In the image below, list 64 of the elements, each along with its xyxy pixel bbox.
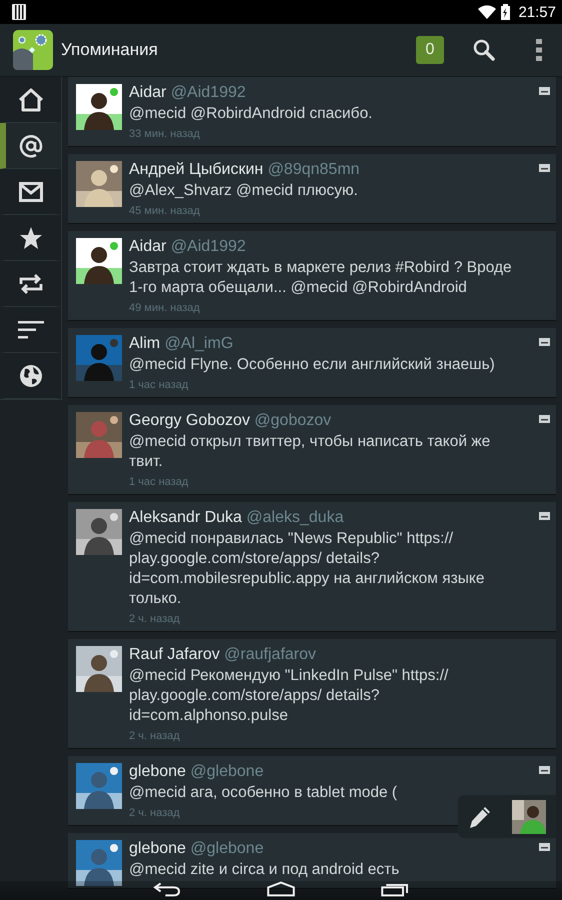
tweet-card[interactable]: Alim @Al_imG @mecid Flyne. Особенно если английский знаешь) 1 час назад bbox=[68, 328, 556, 397]
notification-icon bbox=[12, 4, 26, 20]
author-handle[interactable]: @89qn85mn bbox=[268, 161, 360, 178]
retweet-icon bbox=[18, 272, 44, 294]
tweet-text: @mecid понравилась "News Republic" https:// play.google.com/store/apps/ details?id=com.mobilesrepublic.appy на английском языке только. bbox=[129, 529, 486, 609]
author-handle[interactable]: @raufjafarov bbox=[224, 646, 316, 663]
author-name[interactable]: glebone bbox=[129, 763, 186, 780]
author-handle[interactable]: @Aid1992 bbox=[170, 84, 246, 101]
tweet-text: @Alex_Shvarz @mecid плюсую. bbox=[129, 181, 358, 201]
overflow-menu-icon[interactable] bbox=[536, 39, 542, 61]
lines-icon bbox=[18, 320, 44, 338]
back-icon[interactable] bbox=[152, 881, 182, 897]
author-handle[interactable]: @Al_imG bbox=[164, 335, 234, 352]
author-handle[interactable]: @glebone bbox=[190, 763, 264, 780]
tweet-card[interactable]: Андрей Цыбискин @89qn85mn @Alex_Shvarz @mecid плюсую. 45 мин. назад bbox=[68, 154, 556, 223]
tweet-text: Завтра стоит ждать в маркете релиз #Robird ? Вроде 1-го марта обещали... @mecid @RobirdAndroid bbox=[129, 258, 513, 298]
tweet-text: @mecid Flyne. Особенно если английский знаешь) bbox=[129, 355, 495, 375]
author-handle[interactable]: @Aid1992 bbox=[170, 238, 246, 255]
tweet-time: 33 мин. назад bbox=[129, 127, 200, 142]
search-icon[interactable] bbox=[472, 38, 496, 62]
home-icon bbox=[18, 88, 44, 112]
star-icon bbox=[18, 226, 42, 250]
app-logo-icon[interactable] bbox=[13, 30, 53, 70]
recent-apps-icon[interactable] bbox=[380, 881, 410, 897]
tweet-time: 2 ч. назад bbox=[129, 612, 180, 627]
author-name[interactable]: Aidar bbox=[129, 84, 166, 101]
battery-icon bbox=[501, 4, 510, 20]
tweet-card[interactable]: Georgy Gobozov @gobozov @mecid открыл твиттер, чтобы написать такой же твит. 1 час назад bbox=[68, 405, 556, 494]
screen-title: Упоминания bbox=[61, 40, 158, 60]
author-name[interactable]: glebone bbox=[129, 840, 186, 857]
tweet-card[interactable]: Aidar @Aid1992 Завтра стоит ждать в маркете релиз #Robird ? Вроде 1-го марта обещали... @mecid @RobirdAndroid 49 мин. назад bbox=[68, 231, 556, 320]
tweet-time: 2 ч. назад bbox=[129, 729, 180, 744]
tweet-card[interactable]: Aidar @Aid1992 @mecid @RobirdAndroid спасибо. 33 мин. назад bbox=[68, 77, 556, 146]
wifi-icon bbox=[478, 5, 496, 19]
at-sign-icon bbox=[18, 134, 42, 158]
clock-time: 21:57 bbox=[518, 4, 556, 20]
author-name[interactable]: Aidar bbox=[129, 238, 166, 255]
tweet-time: 1 час назад bbox=[129, 475, 188, 490]
tweet-card[interactable]: glebone @glebone @mecid zite и circa и под android есть bbox=[68, 833, 556, 888]
pencil-icon[interactable] bbox=[468, 804, 492, 828]
tweet-card[interactable]: Rauf Jafarov @raufjafarov @mecid Рекомендую "LinkedIn Pulse" https:// play.google.com/store/apps/ details?id=com.alphonso.pulse 2 ч. назад bbox=[68, 639, 556, 748]
author-handle[interactable]: @glebone bbox=[190, 840, 264, 857]
author-name[interactable]: Rauf Jafarov bbox=[129, 646, 220, 663]
tweet-text: @mecid @RobirdAndroid спасибо. bbox=[129, 104, 372, 124]
mail-icon bbox=[18, 182, 42, 202]
tweet-time: 49 мин. назад bbox=[129, 301, 200, 316]
tweet-time: 2 ч. назад bbox=[129, 806, 180, 821]
sidebar-tab[interactable] bbox=[0, 123, 61, 169]
author-name[interactable]: Georgy Gobozov bbox=[129, 412, 250, 429]
tweet-time: 45 мин. назад bbox=[129, 204, 200, 219]
home-icon[interactable] bbox=[266, 881, 296, 897]
author-handle[interactable]: @gobozov bbox=[254, 412, 332, 429]
tweet-time: 1 час назад bbox=[129, 378, 188, 393]
tweet-text: @mecid zite и circa и под android есть bbox=[129, 860, 400, 880]
tweet-text: @mecid ага, особенно в tablet mode ( bbox=[129, 783, 398, 803]
author-name[interactable]: Alim bbox=[129, 335, 160, 352]
author-name[interactable]: Андрей Цыбискин bbox=[129, 161, 264, 178]
author-handle[interactable]: @aleks_duka bbox=[246, 509, 344, 526]
tweet-card[interactable]: glebone @glebone @mecid ага, особенно в tablet mode ( 2 ч. назад bbox=[68, 756, 556, 825]
tweet-card[interactable]: Aleksandr Duka @aleks_duka @mecid понравилась "News Republic" https:// play.google.com/store/apps/ details?id=com.mobilesrepublic.appy на английском языке только. 2 ч. назад bbox=[68, 502, 556, 631]
globe-icon bbox=[18, 364, 42, 388]
tweet-text: @mecid Рекомендую "LinkedIn Pulse" https:// play.google.com/store/apps/ details?id=com.alphonso.pulse bbox=[129, 666, 450, 726]
tweet-text: @mecid открыл твиттер, чтобы написать такой же твит. bbox=[129, 432, 492, 472]
author-name[interactable]: Aleksandr Duka bbox=[129, 509, 242, 526]
